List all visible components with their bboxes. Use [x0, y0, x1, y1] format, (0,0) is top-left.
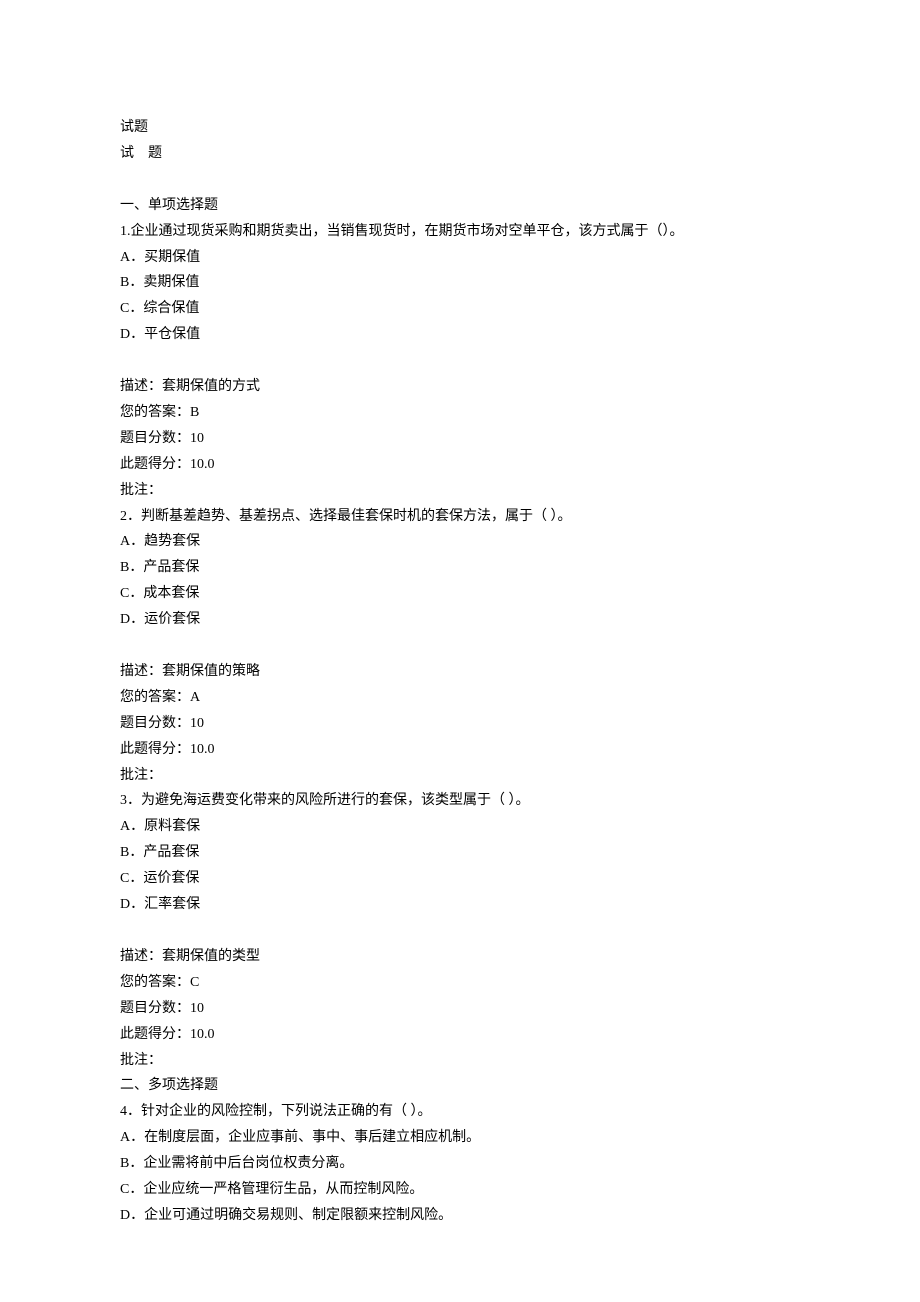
q1-your-score: 此题得分：10.0 [120, 452, 800, 478]
section-multi-choice-heading: 二、多项选择题 [120, 1073, 800, 1099]
q2-stem: 2．判断基差趋势、基差拐点、选择最佳套保时机的套保方法，属于（ ）。 [120, 504, 800, 530]
blank-line [120, 167, 800, 193]
q4-option-b: B．企业需将前中后台岗位权责分离。 [120, 1151, 800, 1177]
q2-description: 描述：套期保值的策略 [120, 659, 800, 685]
blank-line [120, 348, 800, 374]
q2-option-d: D．运价套保 [120, 607, 800, 633]
q4-stem: 4．针对企业的风险控制，下列说法正确的有（ ）。 [120, 1099, 800, 1125]
section-single-choice-heading: 一、单项选择题 [120, 193, 800, 219]
q3-stem: 3．为避免海运费变化带来的风险所进行的套保，该类型属于（ ）。 [120, 788, 800, 814]
q1-option-d: D．平仓保值 [120, 322, 800, 348]
q3-option-b: B．产品套保 [120, 840, 800, 866]
q4-option-c: C．企业应统一严格管理衍生品，从而控制风险。 [120, 1177, 800, 1203]
q1-description: 描述：套期保值的方式 [120, 374, 800, 400]
q2-your-answer: 您的答案：A [120, 685, 800, 711]
q2-option-a: A．趋势套保 [120, 529, 800, 555]
q2-option-b: B．产品套保 [120, 555, 800, 581]
q2-full-score: 题目分数：10 [120, 711, 800, 737]
q1-full-score: 题目分数：10 [120, 426, 800, 452]
q1-remark: 批注： [120, 478, 800, 504]
q1-option-c: C．综合保值 [120, 296, 800, 322]
q4-option-d: D．企业可通过明确交易规则、制定限额来控制风险。 [120, 1203, 800, 1229]
doc-title-compact: 试题 [120, 115, 800, 141]
q4-option-a: A．在制度层面，企业应事前、事中、事后建立相应机制。 [120, 1125, 800, 1151]
q3-your-score: 此题得分：10.0 [120, 1022, 800, 1048]
q3-option-a: A．原料套保 [120, 814, 800, 840]
blank-line [120, 633, 800, 659]
q1-your-answer: 您的答案：B [120, 400, 800, 426]
blank-line [120, 918, 800, 944]
q3-your-answer: 您的答案：C [120, 970, 800, 996]
q1-option-a: A．买期保值 [120, 245, 800, 271]
q3-option-d: D．汇率套保 [120, 892, 800, 918]
q2-option-c: C．成本套保 [120, 581, 800, 607]
q1-option-b: B．卖期保值 [120, 270, 800, 296]
q3-full-score: 题目分数：10 [120, 996, 800, 1022]
q1-stem: 1.企业通过现货采购和期货卖出，当销售现货时，在期货市场对空单平仓，该方式属于（… [120, 219, 800, 245]
q2-remark: 批注： [120, 763, 800, 789]
q3-remark: 批注： [120, 1048, 800, 1074]
q2-your-score: 此题得分：10.0 [120, 737, 800, 763]
q3-option-c: C．运价套保 [120, 866, 800, 892]
doc-title-spaced: 试 题 [120, 141, 800, 167]
q3-description: 描述：套期保值的类型 [120, 944, 800, 970]
